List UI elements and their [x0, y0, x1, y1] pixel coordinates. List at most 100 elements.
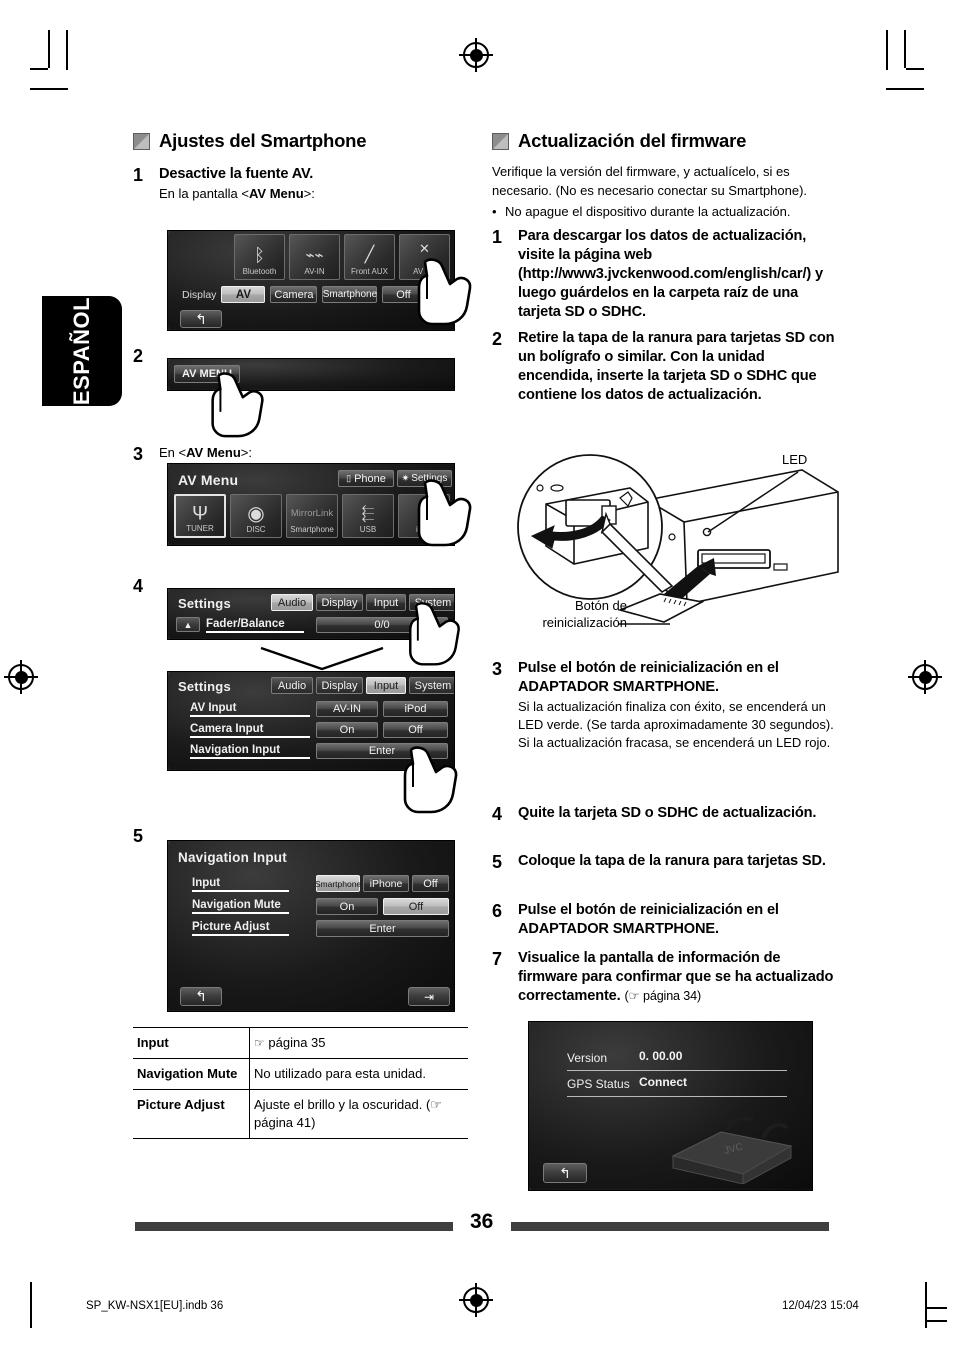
firmware-row-version: Version 0. 00.00 — [567, 1049, 787, 1071]
page-number: 36 — [470, 1210, 494, 1233]
button-ipod[interactable]: iPod — [383, 701, 448, 717]
av-source-tile-row: ᛒ Bluetooth ⌁⌁ AV-IN ╱ Front AUX ✕ AV Of… — [234, 234, 450, 280]
step-subtitle-suffix: >: — [240, 445, 252, 460]
button-label: AV-IN — [333, 703, 361, 715]
button-camera-on[interactable]: On — [316, 722, 378, 738]
crop-mark-top-right-v2 — [904, 30, 906, 68]
scroll-up-button[interactable]: ▲ — [176, 617, 200, 632]
registration-dot-top — [469, 48, 483, 62]
bluetooth-icon: ᛒ — [254, 245, 265, 266]
tile-ipod[interactable]: ▣ iPod — [398, 494, 450, 538]
step-title: Coloque la tapa de la ranura para tarjet… — [518, 853, 826, 869]
button-label: Off — [423, 877, 438, 890]
button-label: Settings — [411, 473, 448, 484]
button-camera-off[interactable]: Off — [383, 722, 448, 738]
tile-av-off[interactable]: ✕ AV Off — [399, 234, 450, 280]
av-menu-tile-row: Ψ TUNER ◉ DISC MirrorLink Smartphone ⬱ U… — [174, 494, 450, 538]
tab-input[interactable]: Input — [366, 677, 406, 694]
button-label: Off — [408, 900, 424, 913]
language-tab-label: ESPAÑOL — [69, 296, 94, 406]
exit-button[interactable]: ⇥ — [408, 987, 450, 1006]
crop-mark-top-left-h — [30, 68, 48, 70]
tile-bluetooth[interactable]: ᛒ Bluetooth — [234, 234, 285, 280]
tile-front-aux[interactable]: ╱ Front AUX — [344, 234, 395, 280]
button-label: Off — [396, 288, 411, 301]
registration-dot-left — [14, 670, 28, 684]
firmware-row-gps-status: GPS Status Connect — [567, 1075, 787, 1097]
table-row: Navigation Mute No utilizado para esta u… — [133, 1058, 468, 1090]
row-label-input: Input — [192, 877, 289, 892]
display-button-av[interactable]: AV — [221, 286, 266, 303]
tab-system[interactable]: System — [409, 594, 454, 611]
step-body-text: Si la actualización finaliza con éxito, … — [518, 699, 834, 750]
av-menu-button[interactable]: AV MENU — [174, 365, 240, 383]
step-2: 2 — [133, 346, 159, 366]
step-4: 4 — [133, 576, 159, 596]
step-3: 3 Pulse el botón de reinicialización en … — [492, 659, 837, 752]
tile-smartphone-mirrorlink[interactable]: MirrorLink Smartphone — [286, 494, 338, 538]
tile-disc[interactable]: ◉ DISC — [230, 494, 282, 538]
step-number: 6 — [492, 901, 503, 921]
back-arrow-icon: ↰ — [559, 1164, 571, 1181]
tab-system[interactable]: System — [409, 677, 454, 694]
tile-usb[interactable]: ⬱ USB — [342, 494, 394, 538]
back-button[interactable]: ↰ — [180, 987, 222, 1006]
back-button[interactable]: ↰ — [180, 310, 222, 328]
tab-audio[interactable]: Audio — [271, 677, 313, 694]
value-label: 0/0 — [374, 619, 390, 631]
navigation-input-title: Navigation Input — [178, 850, 287, 865]
display-button-smartphone[interactable]: Smartphone — [322, 286, 378, 303]
step-number: 3 — [492, 659, 503, 679]
step-subtitle: En <AV Menu>: — [159, 444, 252, 462]
av-menu-title: AV Menu — [178, 472, 239, 488]
pointing-hand-icon: ☞ — [254, 1036, 265, 1050]
button-input-iphone[interactable]: iPhone — [363, 875, 409, 892]
reset-label-line-1: Botón de — [574, 598, 627, 613]
table-cell-value: No utilizado para esta unidad. — [254, 1066, 427, 1081]
button-picture-enter[interactable]: Enter — [316, 920, 449, 937]
tab-label: Input — [373, 596, 399, 609]
back-button[interactable]: ↰ — [543, 1163, 587, 1183]
tab-audio[interactable]: Audio — [271, 594, 313, 611]
tab-display[interactable]: Display — [316, 594, 363, 611]
tab-display[interactable]: Display — [316, 677, 363, 694]
phone-button[interactable]: ▯ Phone — [338, 470, 394, 487]
value-fader-balance[interactable]: 0/0 — [316, 617, 448, 633]
tab-input[interactable]: Input — [366, 594, 406, 611]
close-x-icon: ✕ — [419, 241, 430, 257]
step-number: 4 — [133, 576, 144, 596]
display-button-off[interactable]: Off — [382, 286, 425, 303]
step-title: Para descargar los datos de actualizació… — [518, 227, 823, 320]
button-mute-on[interactable]: On — [316, 898, 378, 915]
tile-label: Bluetooth — [242, 267, 277, 276]
button-av-in[interactable]: AV-IN — [316, 701, 378, 717]
display-button-camera[interactable]: Camera — [270, 286, 318, 303]
settings-title: Settings — [178, 679, 231, 694]
button-mute-off[interactable]: Off — [383, 898, 449, 915]
step-title: Pulse el botón de reinicialización en el… — [518, 902, 779, 937]
button-label: Phone — [354, 472, 386, 485]
left-column: Ajustes del Smartphone 1 Desactive la fu… — [133, 130, 478, 1139]
button-navigation-enter[interactable]: Enter — [316, 743, 448, 759]
screenshot-settings-audio: Settings Audio Display Input System ▲ Fa… — [167, 588, 455, 640]
tile-tuner[interactable]: Ψ TUNER — [174, 494, 226, 538]
tile-av-in[interactable]: ⌁⌁ AV-IN — [289, 234, 340, 280]
settings-button[interactable]: ✷ Settings — [397, 470, 452, 487]
button-label: Off — [408, 724, 423, 736]
antenna-icon: Ψ — [192, 503, 208, 525]
row-label-fader-balance: Fader/Balance — [206, 618, 304, 633]
row-label-camera-input: Camera Input — [190, 723, 310, 738]
row-label-picture-adjust: Picture Adjust — [192, 921, 289, 936]
phone-icon: ▯ — [346, 473, 352, 483]
bullet-text: No apague el dispositivo durante la actu… — [505, 204, 791, 219]
button-input-smartphone[interactable]: Smartphone — [315, 875, 361, 892]
tile-label: DISC — [246, 525, 266, 534]
reference-table: Input ☞ página 35 Navigation Mute No uti… — [133, 1027, 468, 1139]
firmware-label-gps-status: GPS Status — [567, 1077, 630, 1091]
button-input-off[interactable]: Off — [412, 875, 449, 892]
section-heading-smartphone-settings: Ajustes del Smartphone — [133, 130, 478, 152]
step-number: 5 — [133, 826, 144, 846]
section-title: Actualización del firmware — [518, 130, 747, 151]
exit-arrow-icon: ⇥ — [423, 989, 435, 1004]
step-title-note: (☞ página 34) — [624, 989, 702, 1003]
